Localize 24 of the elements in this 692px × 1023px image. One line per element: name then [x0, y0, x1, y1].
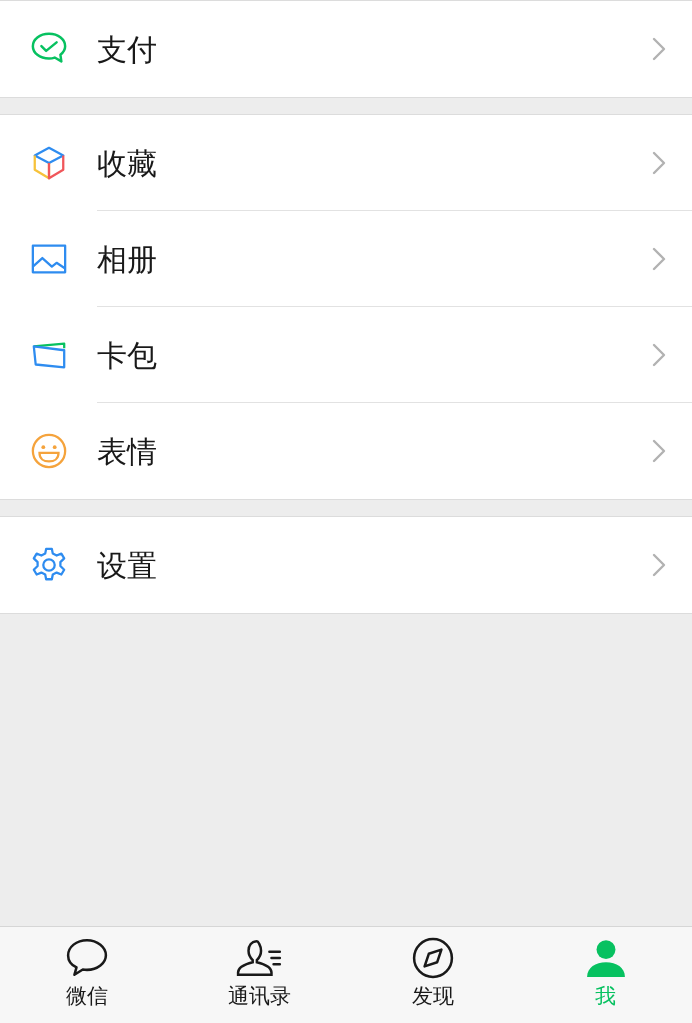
chevron-right-icon — [652, 37, 666, 61]
compass-icon — [411, 937, 454, 980]
menu-item[interactable]: 收藏 — [0, 115, 692, 211]
chevron-right-icon — [652, 553, 666, 577]
menu-item[interactable]: 卡包 — [0, 307, 692, 403]
tab[interactable]: 微信 — [0, 927, 173, 1023]
person-icon — [584, 937, 627, 980]
chevron-right-icon — [652, 151, 666, 175]
chevron-right-icon — [652, 439, 666, 463]
menu-label: 设置 — [97, 546, 158, 585]
menu-label: 表情 — [97, 432, 158, 471]
menu-item[interactable]: 支付 — [0, 1, 692, 97]
chevron-right-icon — [652, 247, 666, 271]
smiley-icon — [29, 432, 68, 470]
menu-item[interactable]: 相册 — [0, 211, 692, 307]
menu-label: 卡包 — [97, 336, 158, 375]
menu-item[interactable]: 表情 — [0, 403, 692, 499]
menu-label: 支付 — [97, 30, 158, 69]
menu-label: 收藏 — [97, 144, 158, 183]
chevron-right-icon — [652, 343, 666, 367]
tab[interactable]: 发现 — [346, 927, 519, 1023]
tab[interactable]: 通讯录 — [173, 927, 346, 1023]
menu-item[interactable]: 设置 — [0, 517, 692, 613]
menu-label: 相册 — [97, 240, 158, 279]
